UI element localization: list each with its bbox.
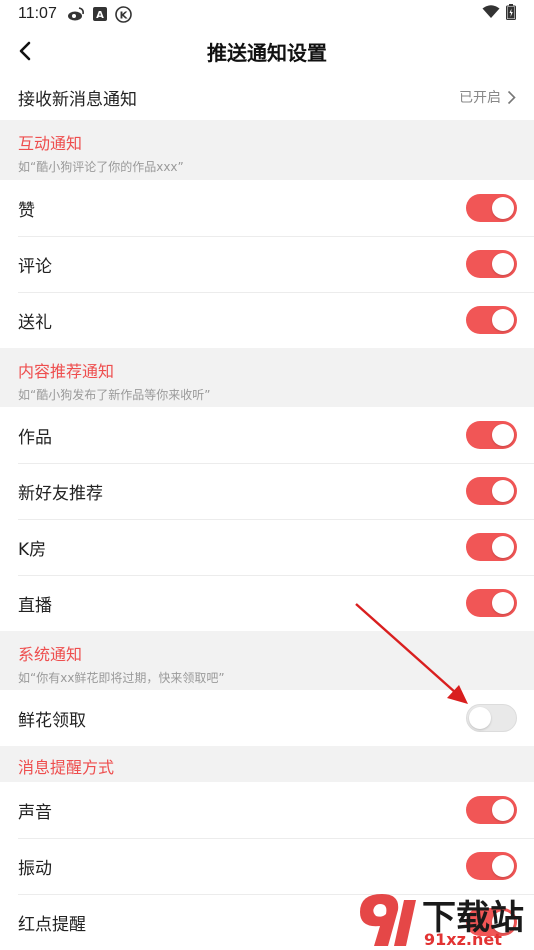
chevron-right-icon bbox=[507, 90, 516, 104]
status-time: 11:07 bbox=[18, 5, 57, 22]
setting-label: 作品 bbox=[18, 427, 52, 448]
watermark-url: 91xz.net bbox=[424, 930, 502, 949]
section-interaction: 互动通知 如“酷小狗评论了你的作品xxx” bbox=[0, 120, 534, 180]
gift-toggle[interactable] bbox=[466, 306, 517, 334]
toggle-knob bbox=[492, 309, 514, 331]
toggle-knob bbox=[492, 592, 514, 614]
setting-label: 鲜花领取 bbox=[18, 710, 86, 731]
section-subtitle: 如“酷小狗评论了你的作品xxx” bbox=[18, 160, 184, 174]
toggle-knob bbox=[492, 424, 514, 446]
battery-icon bbox=[506, 4, 516, 24]
setting-row-new-friend: 新好友推荐 bbox=[0, 464, 534, 519]
new-friend-toggle[interactable] bbox=[466, 477, 517, 505]
weibo-icon bbox=[67, 7, 85, 21]
live-toggle[interactable] bbox=[466, 589, 517, 617]
section-reminder: 消息提醒方式 bbox=[0, 746, 534, 782]
toggle-knob bbox=[492, 197, 514, 219]
setting-label: 直播 bbox=[18, 596, 52, 616]
setting-label: K房 bbox=[18, 540, 47, 560]
comment-toggle[interactable] bbox=[466, 250, 517, 278]
svg-text:A: A bbox=[96, 10, 104, 21]
toggle-knob bbox=[492, 855, 514, 877]
section-subtitle: 如“酷小狗发布了新作品等你来收听” bbox=[18, 388, 211, 402]
setting-row-vibrate: 振动 bbox=[0, 839, 534, 894]
watermark: 下载站 91xz.net bbox=[352, 890, 532, 950]
flower-claim-toggle[interactable] bbox=[466, 704, 517, 732]
a-badge-icon: A bbox=[92, 7, 107, 21]
svg-text:K: K bbox=[119, 10, 128, 21]
works-toggle[interactable] bbox=[466, 421, 517, 449]
toggle-knob bbox=[492, 480, 514, 502]
section-title: 消息提醒方式 bbox=[18, 758, 115, 777]
section-title: 系统通知 bbox=[18, 645, 83, 664]
setting-label: 新好友推荐 bbox=[18, 484, 103, 504]
setting-label: 振动 bbox=[18, 859, 52, 879]
setting-row-flower-claim: 鲜花领取 bbox=[0, 690, 534, 746]
toggle-knob bbox=[492, 253, 514, 275]
setting-row-sound: 声音 bbox=[0, 782, 534, 838]
toggle-knob bbox=[492, 536, 514, 558]
setting-row-gift: 送礼 bbox=[0, 293, 534, 348]
section-title: 内容推荐通知 bbox=[18, 362, 115, 381]
toggle-knob bbox=[492, 799, 514, 821]
section-system: 系统通知 如“你有xx鲜花即将过期，快来领取吧” bbox=[0, 631, 534, 690]
setting-row-works: 作品 bbox=[0, 407, 534, 463]
receive-notifications-label: 接收新消息通知 bbox=[18, 89, 137, 110]
setting-label: 声音 bbox=[18, 802, 52, 823]
vibrate-toggle[interactable] bbox=[466, 852, 517, 880]
setting-label: 赞 bbox=[18, 200, 35, 221]
wifi-icon bbox=[482, 5, 500, 23]
sound-toggle[interactable] bbox=[466, 796, 517, 824]
receive-notifications-row[interactable]: 接收新消息通知 已开启 bbox=[0, 74, 534, 120]
k-room-toggle[interactable] bbox=[466, 533, 517, 561]
setting-row-live: 直播 bbox=[0, 576, 534, 631]
setting-row-comment: 评论 bbox=[0, 237, 534, 292]
section-title: 互动通知 bbox=[18, 134, 83, 153]
receive-notifications-status: 已开启 bbox=[459, 90, 501, 106]
chevron-left-icon bbox=[19, 41, 31, 61]
setting-row-like: 赞 bbox=[0, 180, 534, 236]
setting-label: 红点提醒 bbox=[18, 915, 86, 935]
setting-label: 评论 bbox=[18, 257, 52, 277]
section-content-recommend: 内容推荐通知 如“酷小狗发布了新作品等你来收听” bbox=[0, 348, 534, 407]
setting-row-k-room: K房 bbox=[0, 520, 534, 575]
k-circle-icon: K bbox=[115, 5, 132, 23]
setting-label: 送礼 bbox=[18, 313, 52, 333]
toggle-knob bbox=[469, 707, 491, 729]
nav-bar: 推送通知设置 bbox=[0, 28, 534, 74]
section-subtitle: 如“你有xx鲜花即将过期，快来领取吧” bbox=[18, 671, 225, 685]
back-button[interactable] bbox=[10, 36, 40, 66]
watermark-logo-icon bbox=[360, 894, 416, 946]
page-title: 推送通知设置 bbox=[207, 40, 327, 65]
like-toggle[interactable] bbox=[466, 194, 517, 222]
status-bar: 11:07 A K bbox=[0, 0, 534, 28]
